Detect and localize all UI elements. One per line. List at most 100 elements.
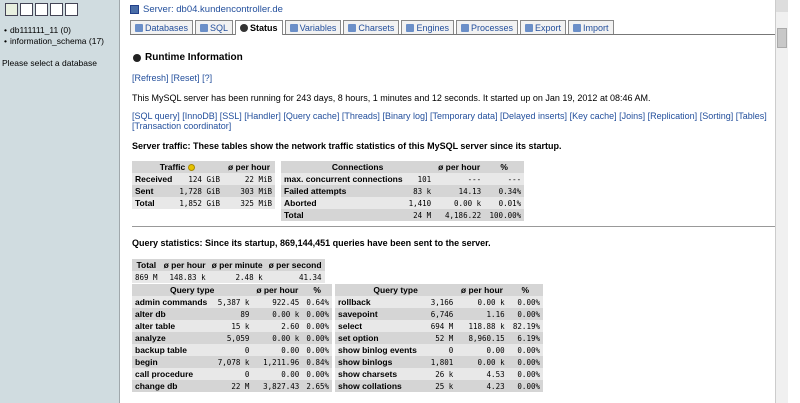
table-header: ø per hour xyxy=(456,284,508,296)
table-row: show binlog events 0 0.00 0.00% xyxy=(335,344,543,356)
variables-icon xyxy=(289,23,298,32)
sublink-delayed-inserts[interactable]: [Delayed inserts] xyxy=(500,111,567,121)
scroll-up-arrow-icon[interactable] xyxy=(776,0,788,12)
table-row: change db 22 M 3,827.43 2.65% xyxy=(132,380,332,392)
sublink-binary-log[interactable]: [Binary log] xyxy=(382,111,427,121)
sublink-innodb[interactable]: [InnoDB] xyxy=(182,111,217,121)
table-row: Failed attempts 83 k 14.13 0.34% xyxy=(281,185,525,197)
table-header: ø per hour xyxy=(434,161,485,173)
table-row: Received 124 GiB 22 MiB xyxy=(132,173,275,185)
help-icon[interactable] xyxy=(65,3,78,16)
table-row: alter table 15 k 2.60 0.00% xyxy=(132,320,332,332)
table-row: rollback 3,166 0.00 k 0.00% xyxy=(335,296,543,308)
content-frame: Server: db04.kundencontroller.de Databas… xyxy=(121,0,788,403)
help-link[interactable]: [?] xyxy=(202,73,212,83)
table-row: select 694 M 118.88 k 82.19% xyxy=(335,320,543,332)
tab-processes[interactable]: Processes xyxy=(455,20,518,34)
page-title: Runtime Information xyxy=(133,52,243,63)
tab-sql[interactable]: SQL xyxy=(195,20,234,34)
tab-variables[interactable]: Variables xyxy=(284,20,342,34)
database-item[interactable]: db111111_11 (0) xyxy=(4,25,104,36)
database-list: db111111_11 (0) information_schema (17) xyxy=(4,25,104,47)
query-types-table-left: Query type ø per hour % admin commands 5,… xyxy=(132,284,332,392)
charsets-icon xyxy=(348,23,357,32)
status-sublinks: [SQL query] [InnoDB] [SSL] [Handler] [Qu… xyxy=(132,111,772,131)
table-row: backup table 0 0.00 0.00% xyxy=(132,344,332,356)
home-icon[interactable] xyxy=(5,3,18,16)
import-icon xyxy=(573,23,582,32)
sql-icon[interactable] xyxy=(35,3,48,16)
table-header: Query type xyxy=(132,284,253,296)
table-row: alter db 89 0.00 k 0.00% xyxy=(132,308,332,320)
table-header: ø per hour xyxy=(160,259,209,271)
tab-engines[interactable]: Engines xyxy=(401,20,454,34)
table-row: show binlogs 1,801 0.00 k 0.00% xyxy=(335,356,543,368)
sublink-sorting[interactable]: [Sorting] xyxy=(700,111,734,121)
export-icon xyxy=(525,23,533,32)
query-types-table-right: Query type ø per hour % rollback 3,166 0.0… xyxy=(335,284,543,392)
table-header: Connections xyxy=(281,161,435,173)
query-stats-heading: Query statistics: Since its startup, 869… xyxy=(132,238,491,248)
sublink-query-cache[interactable]: [Query cache] xyxy=(283,111,339,121)
tab-databases[interactable]: Databases xyxy=(130,20,194,34)
table-header: Total xyxy=(132,259,161,271)
tab-status[interactable]: Status xyxy=(235,20,283,35)
server-label[interactable]: Server: db04.kundencontroller.de xyxy=(143,4,283,15)
engines-icon xyxy=(406,23,415,32)
table-header: % xyxy=(484,161,525,173)
server-icon xyxy=(130,5,139,14)
sublink-handler[interactable]: [Handler] xyxy=(244,111,281,121)
sublink-transaction-coordinator[interactable]: [Transaction coordinator] xyxy=(132,121,231,131)
table-row: admin commands 5,387 k 922.45 0.64% xyxy=(132,296,332,308)
table-row: max. concurrent connections 101 --- --- xyxy=(281,173,525,185)
scroll-thumb[interactable] xyxy=(777,28,787,48)
sublink-temporary-data[interactable]: [Temporary data] xyxy=(430,111,498,121)
select-database-prompt: Please select a database xyxy=(2,58,97,68)
status-icon xyxy=(133,53,141,62)
sublink-ssl[interactable]: [SSL] xyxy=(220,111,242,121)
reset-link[interactable]: [Reset] xyxy=(171,73,200,83)
vertical-scrollbar[interactable] xyxy=(775,0,788,403)
traffic-table: Traffic ø per hour Received 124 GiB 22 M… xyxy=(132,161,275,209)
table-row: Total 24 M 4,186.22 100.00% xyxy=(281,209,525,221)
table-header: ø per minute xyxy=(208,259,266,271)
table-row: Sent 1,728 GiB 303 MiB xyxy=(132,185,275,197)
table-row: call procedure 0 0.00 0.00% xyxy=(132,368,332,380)
section-divider xyxy=(132,226,785,227)
table-row: analyze 5,059 0.00 k 0.00% xyxy=(132,332,332,344)
tab-import[interactable]: Import xyxy=(568,20,614,34)
table-row: savepoint 6,746 1.16 0.00% xyxy=(335,308,543,320)
table-header: ø per hour xyxy=(223,161,275,173)
processes-icon xyxy=(460,23,469,32)
tab-charsets[interactable]: Charsets xyxy=(343,20,400,34)
sublink-key-cache[interactable]: [Key cache] xyxy=(570,111,617,121)
table-header: ø per hour xyxy=(252,284,303,296)
sublink-replication[interactable]: [Replication] xyxy=(648,111,698,121)
sublink-threads[interactable]: [Threads] xyxy=(342,111,380,121)
server-breadcrumb[interactable]: Server: db04.kundencontroller.de xyxy=(130,4,283,15)
uptime-text: This MySQL server has been running for 2… xyxy=(132,93,651,103)
table-header: % xyxy=(507,284,543,296)
sublink-tables[interactable]: [Tables] xyxy=(736,111,767,121)
connections-table: Connections ø per hour % max. concurrent… xyxy=(281,161,525,221)
top-links: [Refresh] [Reset] [?] xyxy=(132,73,212,83)
query-window-icon[interactable] xyxy=(20,3,33,16)
lightbulb-icon xyxy=(188,164,196,172)
docs-icon[interactable] xyxy=(50,3,63,16)
table-row: begin 7,078 k 1,211.96 0.84% xyxy=(132,356,332,368)
table-row: Total 1,852 GiB 325 MiB xyxy=(132,197,275,209)
table-header: ø per second xyxy=(265,259,325,271)
nav-icon-row xyxy=(5,3,78,16)
table-row: set option 52 M 8,960.15 6.19% xyxy=(335,332,543,344)
sublink-sql-query[interactable]: [SQL query] xyxy=(132,111,180,121)
refresh-link[interactable]: [Refresh] xyxy=(132,73,169,83)
table-header: Traffic xyxy=(132,161,223,173)
table-row: show collations 25 k 4.23 0.00% xyxy=(335,380,543,392)
tab-export[interactable]: Export xyxy=(520,20,567,34)
database-item[interactable]: information_schema (17) xyxy=(4,36,104,47)
navigation-frame: db111111_11 (0) information_schema (17) … xyxy=(0,0,120,403)
status-icon xyxy=(240,24,249,32)
query-summary-table: Total ø per hour ø per minute ø per seco… xyxy=(132,259,325,283)
sublink-joins[interactable]: [Joins] xyxy=(619,111,645,121)
sql-icon xyxy=(200,23,209,32)
